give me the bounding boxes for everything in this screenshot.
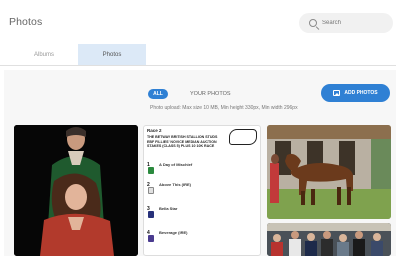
search-input[interactable] [322,20,382,26]
add-photos-label: ADD PHOTOS [344,90,378,96]
filter-your-photos-button[interactable]: YOUR PHOTOS [190,91,231,97]
add-photos-button[interactable]: ADD PHOTOS [321,84,390,102]
race-card-row: 1 A Day of Mischief [147,162,259,176]
runner-name: Above This (IRE) [159,182,192,187]
photo-horse[interactable] [267,125,391,219]
runner-name: Beverage (IRE) [159,230,188,235]
horse-image [267,125,391,219]
portrait-image [14,125,138,256]
jockey-silks-icon [148,187,154,194]
race-card-row: 3 Bella Star [147,206,259,220]
page-title: Photos [9,16,43,28]
race-card-row: 2 Above This (IRE) [147,182,259,196]
runner-name: Bella Star [159,206,178,211]
jockey-silks-icon [148,211,154,218]
runner-name: A Day of Mischief [159,162,193,167]
photo-portrait[interactable] [14,125,138,256]
race-heading: THE BETWAY BRITISH STALLION STUDS EBF FI… [147,135,218,149]
tab-albums[interactable]: Albums [10,44,78,65]
search-icon [309,19,317,27]
photo-filter: ALL YOUR PHOTOS [148,88,231,100]
jockey-silks-icon [148,235,154,242]
group-image [267,223,391,256]
image-icon [333,90,341,96]
jockey-silks-icon [148,167,154,174]
race-card-row: 4 Beverage (IRE) [147,230,259,244]
upload-requirements: Photo upload: Max size 10 MB, Min height… [150,105,298,111]
photo-group[interactable] [267,223,391,256]
tab-bar: Albums Photos [0,44,396,66]
search-box[interactable] [299,13,393,33]
tab-photos[interactable]: Photos [78,44,146,65]
photo-race-card[interactable]: Race 2 THE BETWAY BRITISH STALLION STUDS… [143,125,261,256]
top-bar: Photos [0,0,396,44]
race-track-map-icon [229,129,257,145]
filter-all-button[interactable]: ALL [148,89,168,99]
